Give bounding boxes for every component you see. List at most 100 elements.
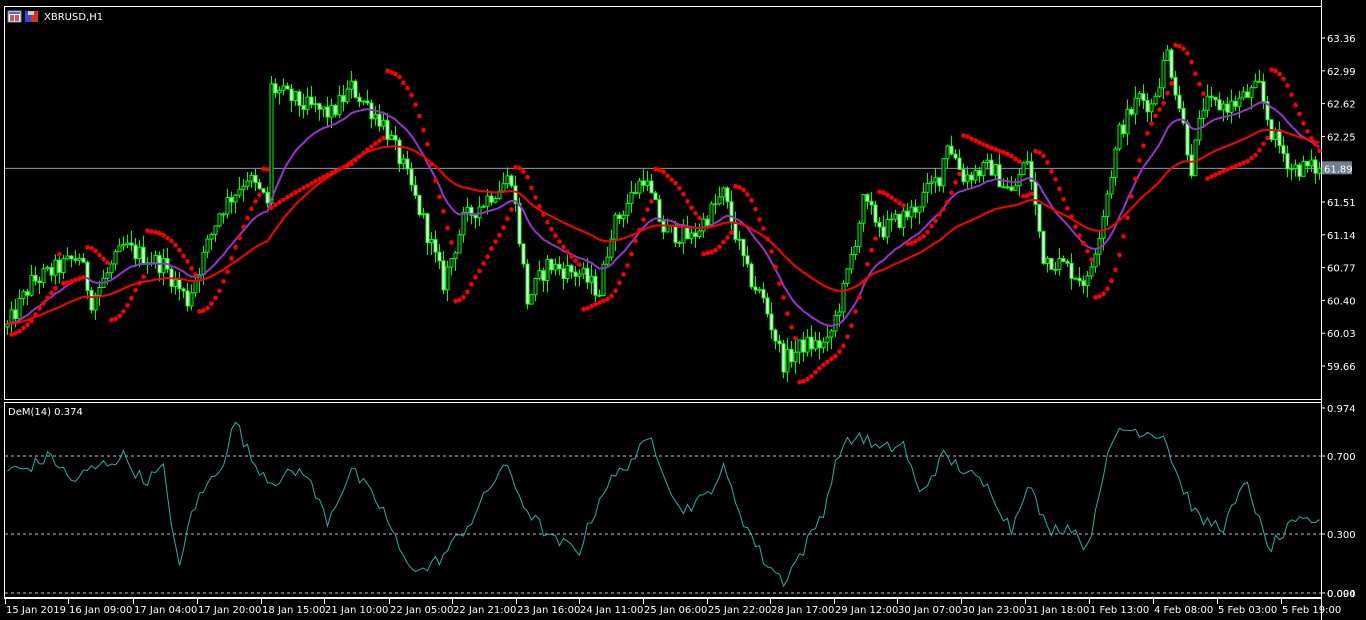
chart-window[interactable]: 63.36 62.99 62.62 62.25 61.51 61.14 60.77 60.40… (0, 0, 1366, 620)
candle-body (457, 234, 462, 254)
candle-body (33, 274, 38, 282)
candle-body (861, 194, 866, 224)
sar-dot (1249, 155, 1254, 161)
candle-body (1133, 97, 1138, 115)
candle-body (989, 159, 994, 176)
sar-dot (917, 236, 922, 241)
candle-body (273, 83, 278, 94)
candle-body (517, 202, 522, 245)
sar-dot (1101, 291, 1106, 297)
sar-dot (89, 246, 94, 251)
candle-body (185, 290, 190, 307)
candle-body (401, 158, 406, 165)
candle-body (845, 268, 850, 284)
sar-dot (721, 239, 726, 245)
candle-body (893, 213, 898, 220)
sar-dot (517, 166, 522, 171)
candle-body (17, 297, 22, 320)
sar-dot (13, 330, 18, 336)
sar-dot (1069, 214, 1074, 219)
candle-body (1253, 80, 1258, 89)
sar-dot (749, 198, 754, 203)
candle-body (789, 348, 794, 363)
sar-dot (1073, 224, 1078, 230)
sar-dot (145, 228, 150, 233)
sar-dot (305, 183, 310, 188)
sar-dot (805, 377, 810, 382)
candle-body (317, 103, 322, 110)
sar-dot (65, 280, 70, 286)
sar-dot (737, 185, 742, 190)
sar-dot (29, 318, 34, 324)
candle-body (1065, 260, 1070, 264)
sar-dot (821, 362, 826, 368)
candle-body (873, 204, 878, 223)
candle-body (277, 89, 282, 94)
sar-dot (925, 229, 930, 235)
sar-dot (1141, 143, 1146, 148)
time-tick-label: 25 Jan 06:00 (644, 605, 707, 616)
sar-dot (73, 277, 78, 283)
sar-dot (425, 141, 430, 147)
candle-body (709, 203, 714, 226)
sar-dot (929, 223, 934, 229)
candle-body (701, 218, 706, 232)
candle-body (741, 238, 746, 257)
candle-body (1077, 277, 1082, 282)
candle-body (193, 280, 198, 294)
candle (897, 213, 902, 230)
sar-dot (869, 247, 874, 253)
candle-body (429, 239, 434, 244)
sar-dot (957, 171, 962, 177)
sar-dot (289, 192, 294, 198)
indicator-tick-label: 0.300 (1327, 530, 1356, 541)
candle-body (837, 311, 842, 316)
candle-body (801, 339, 806, 353)
candle-body (1105, 193, 1110, 218)
sar-dot (505, 216, 510, 222)
sar-dot (1169, 81, 1174, 86)
candle-body (233, 194, 238, 203)
candle-body (461, 211, 466, 236)
sar-dot (301, 185, 306, 191)
candle-body (585, 267, 590, 283)
sar-dot (877, 189, 882, 195)
sar-dot (601, 298, 606, 304)
sar-dot (569, 254, 574, 259)
sar-dot (209, 301, 214, 306)
sar-dot (669, 177, 674, 182)
sar-dot (585, 306, 590, 311)
sar-dot (325, 172, 330, 178)
candle-body (729, 201, 734, 223)
candle-body (417, 194, 422, 216)
candle-body (765, 297, 770, 315)
candle-body (605, 256, 610, 265)
sar-dot (133, 287, 138, 293)
candle-body (753, 286, 758, 291)
candle-body (885, 218, 890, 238)
sar-dot (793, 335, 798, 341)
sar-dot (845, 334, 850, 339)
candle-body (593, 275, 598, 296)
candle-body (21, 291, 26, 299)
candle-body (773, 329, 778, 342)
sar-dot (197, 309, 202, 314)
sar-dot (129, 295, 134, 301)
sar-dot (317, 176, 322, 182)
sar-dot (717, 244, 722, 250)
sar-dot (1189, 59, 1194, 65)
candle-body (693, 232, 698, 238)
candle-body (1205, 95, 1210, 111)
candle-body (385, 119, 390, 140)
candle-body (353, 80, 358, 98)
sar-dot (645, 207, 650, 212)
sar-dot (329, 170, 334, 176)
candle (1041, 230, 1046, 265)
sar-dot (553, 233, 558, 238)
sar-dot (1025, 193, 1030, 198)
candle-body (265, 191, 270, 204)
sar-dot (1145, 131, 1150, 136)
sar-dot (1233, 163, 1238, 169)
candle-body (541, 270, 546, 282)
sar-dot (153, 230, 158, 235)
